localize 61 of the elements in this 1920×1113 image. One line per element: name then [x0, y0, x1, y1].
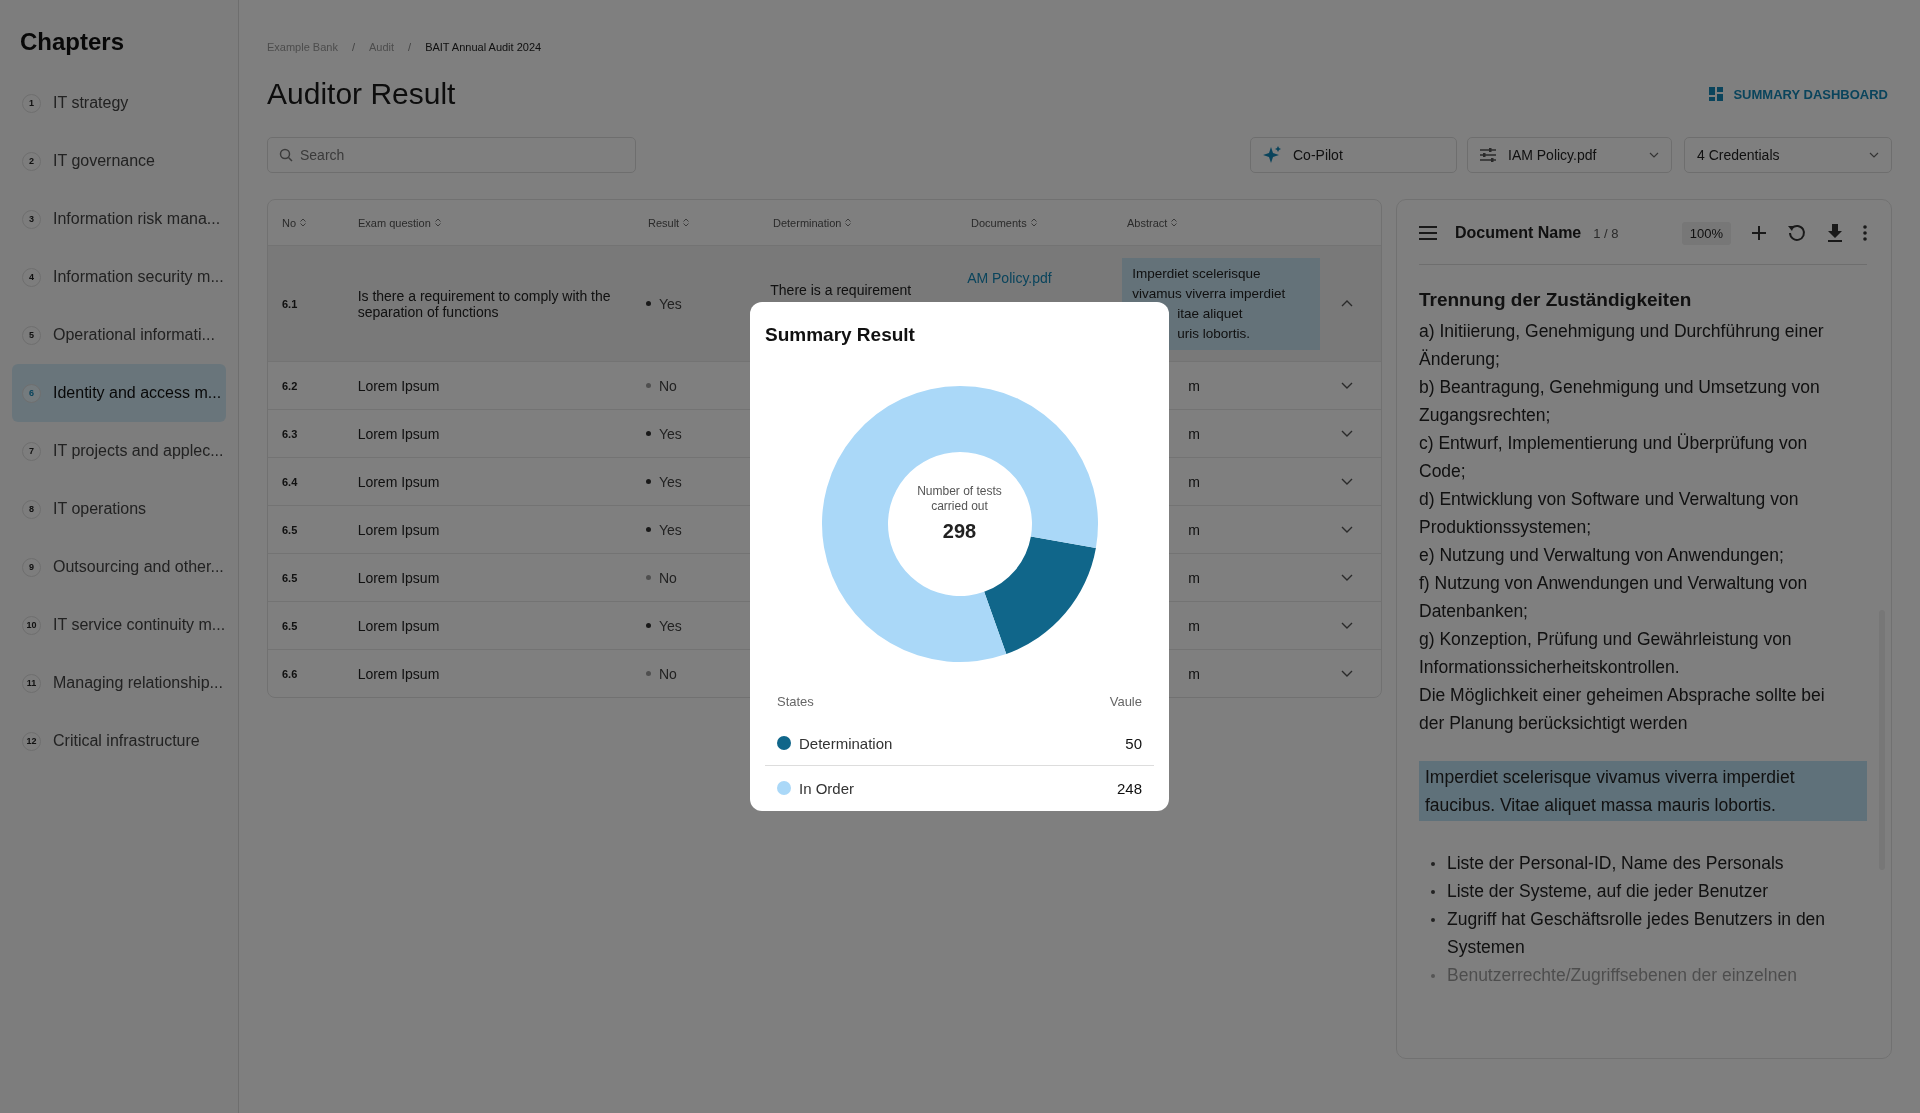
table-cell-text: m [1187, 473, 1200, 490]
table-cell-text: m [1187, 665, 1200, 682]
table-cell-text: m [1187, 377, 1200, 394]
table-cell-text: 6.5 [281, 523, 299, 536]
document-paragraph: a) Initiierung, Genehmigung und Durchführung einer Änderung; [1419, 320, 1825, 371]
table-cell-text: 6.5 [281, 571, 299, 584]
breadcrumb-separator: / [408, 41, 412, 53]
document-paragraph: d) Entwicklung von Software und Verwaltung von Produktionssystemen; [1419, 488, 1800, 539]
table-cell-text: Lorem Ipsum [356, 665, 441, 682]
table-cell: Yes [658, 521, 682, 538]
legend-label: In Order [799, 779, 856, 797]
breadcrumb-separator: / [351, 41, 355, 53]
center-label: Number of tests carried out [916, 484, 1003, 514]
table-cell: Yes [658, 295, 682, 312]
table-cell: There is a requirement [770, 282, 912, 298]
table-cell-text: m [1187, 617, 1200, 634]
legend-value: 248 [1116, 779, 1142, 797]
table-cell-text: Lorem Ipsum [356, 425, 441, 442]
center-value: 298 [941, 520, 978, 543]
table-cell-text: Lorem Ipsum [356, 377, 441, 394]
document-title: Document Name [1455, 224, 1582, 242]
list-item: Liste der Personal-ID, Name des Personals [1447, 852, 1784, 875]
table-cell: Yes [658, 473, 682, 490]
chapter-number: 6 [22, 383, 41, 403]
legend-header: Vaule [1109, 694, 1142, 709]
page-counter: 1 / 8 [1593, 225, 1619, 241]
table-cell-text: m [1187, 569, 1200, 586]
table-cell-text: Lorem Ipsum [356, 617, 441, 634]
table-cell-text: Lorem Ipsum [356, 473, 441, 490]
legend-value: 50 [1125, 734, 1142, 752]
table-cell-text: Lorem Ipsum [356, 521, 441, 538]
dialog-title: Summary Result [765, 324, 916, 346]
list-item: Zugriff hat Geschäftsrolle jedes Benutzers in den Systemen [1447, 908, 1827, 959]
table-cell-text: m [1187, 425, 1200, 442]
table-cell-text: 6.6 [281, 667, 299, 680]
document-paragraph: e) Nutzung und Verwaltung von Anwendungen; [1419, 544, 1785, 567]
legend-label: Determination [799, 734, 894, 752]
table-cell-text: 6.5 [281, 619, 299, 632]
document-heading: Trennung der Zuständigkeiten [1419, 289, 1693, 311]
table-cell-text: Is there a requirement to comply with the separation of functions [356, 287, 612, 320]
table-cell: No [658, 569, 677, 586]
sidebar-title: Chapters [20, 28, 126, 56]
table-cell: Yes [658, 617, 682, 634]
document-paragraph: c) Entwurf, Implementierung und Überprüfung von Code; [1419, 432, 1809, 483]
table-cell-text: 6.3 [281, 427, 299, 440]
document-paragraph: Die Möglichkeit einer geheimen Absprache sollte bei der Planung berücksichtigt werden [1419, 684, 1826, 735]
table-cell-text: 6.4 [281, 475, 299, 488]
document-paragraph: b) Beantragung, Genehmigung und Umsetzung von Zugangsrechten; [1419, 376, 1821, 427]
page-title: Auditor Result [267, 77, 456, 111]
table-cell-text: Lorem Ipsum [356, 569, 441, 586]
legend-header: States [777, 694, 814, 709]
table-cell: No [658, 377, 677, 394]
table-cell: No [658, 665, 677, 682]
document-paragraph: g) Konzeption, Prüfung und Gewährleistung von Informationssicherheitskontrollen. [1419, 628, 1793, 679]
table-cell-text: 6.2 [281, 379, 299, 392]
table-cell: Yes [658, 425, 682, 442]
table-cell-text: 6.1 [281, 297, 299, 310]
highlighted-passage: Imperdiet scelerisque vivamus viverra imperdiet faucibus. Vitae aliquet massa mauris lobortis. [1419, 761, 1867, 821]
table-cell-text: m [1187, 521, 1200, 538]
document-paragraph: f) Nutzung von Anwendungen und Verwaltung von Datenbanken; [1419, 572, 1809, 623]
list-item: Liste der Systeme, auf die jeder Benutzer [1447, 880, 1768, 903]
